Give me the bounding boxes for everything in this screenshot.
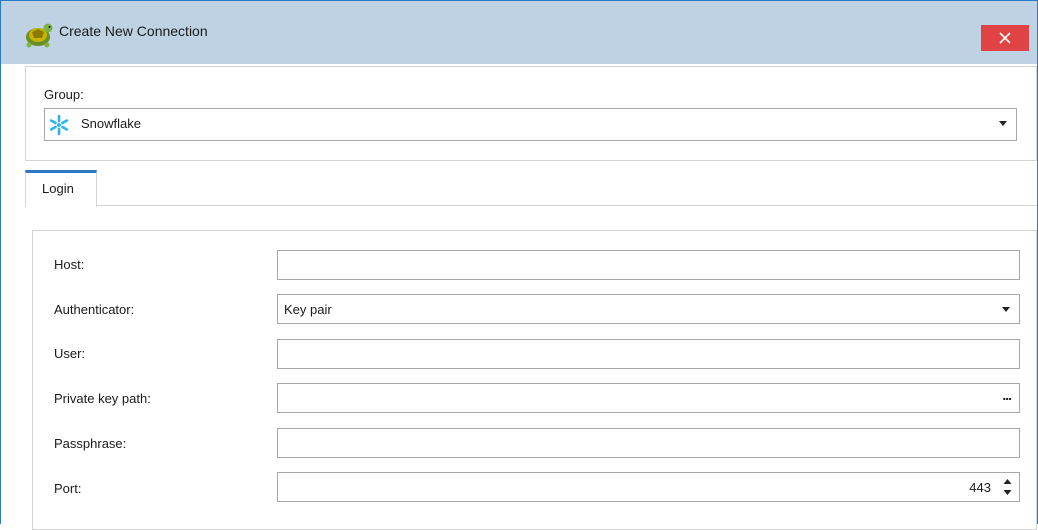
spinner-arrows-icon[interactable]	[1003, 477, 1012, 497]
tab-login[interactable]: Login	[25, 170, 97, 207]
group-label: Group:	[44, 87, 84, 102]
title-bar[interactable]: Create New Connection	[1, 0, 1037, 64]
close-button[interactable]	[981, 25, 1029, 51]
group-value: Snowflake	[81, 116, 141, 131]
turtle-app-icon	[26, 23, 53, 48]
snowflake-icon	[49, 114, 69, 136]
port-value: 443	[969, 480, 991, 495]
close-icon	[999, 32, 1011, 44]
chevron-down-icon	[1002, 307, 1010, 312]
group-panel: Group: Snowflake	[25, 66, 1037, 161]
private-key-path-label: Private key path:	[54, 391, 151, 406]
dialog-window: Create New Connection Group: Snowflake L…	[0, 0, 1038, 530]
private-key-path-input[interactable]: ...	[277, 383, 1020, 413]
user-label: User:	[54, 346, 86, 361]
host-label: Host:	[54, 257, 85, 272]
browse-button[interactable]: ...	[1002, 387, 1012, 403]
chevron-down-icon	[999, 121, 1007, 126]
authenticator-label: Authenticator:	[54, 302, 135, 317]
window-title: Create New Connection	[59, 23, 208, 39]
host-input[interactable]	[277, 250, 1020, 280]
port-spinner[interactable]: 443	[277, 472, 1020, 502]
passphrase-input[interactable]	[277, 428, 1020, 458]
tab-divider	[97, 205, 1037, 206]
group-select[interactable]: Snowflake	[44, 108, 1017, 141]
port-label: Port:	[54, 481, 82, 496]
authenticator-select[interactable]: Key pair	[277, 294, 1020, 324]
tab-login-label: Login	[42, 181, 74, 196]
authenticator-value: Key pair	[284, 302, 332, 317]
passphrase-label: Passphrase:	[54, 436, 127, 451]
user-input[interactable]	[277, 339, 1020, 369]
